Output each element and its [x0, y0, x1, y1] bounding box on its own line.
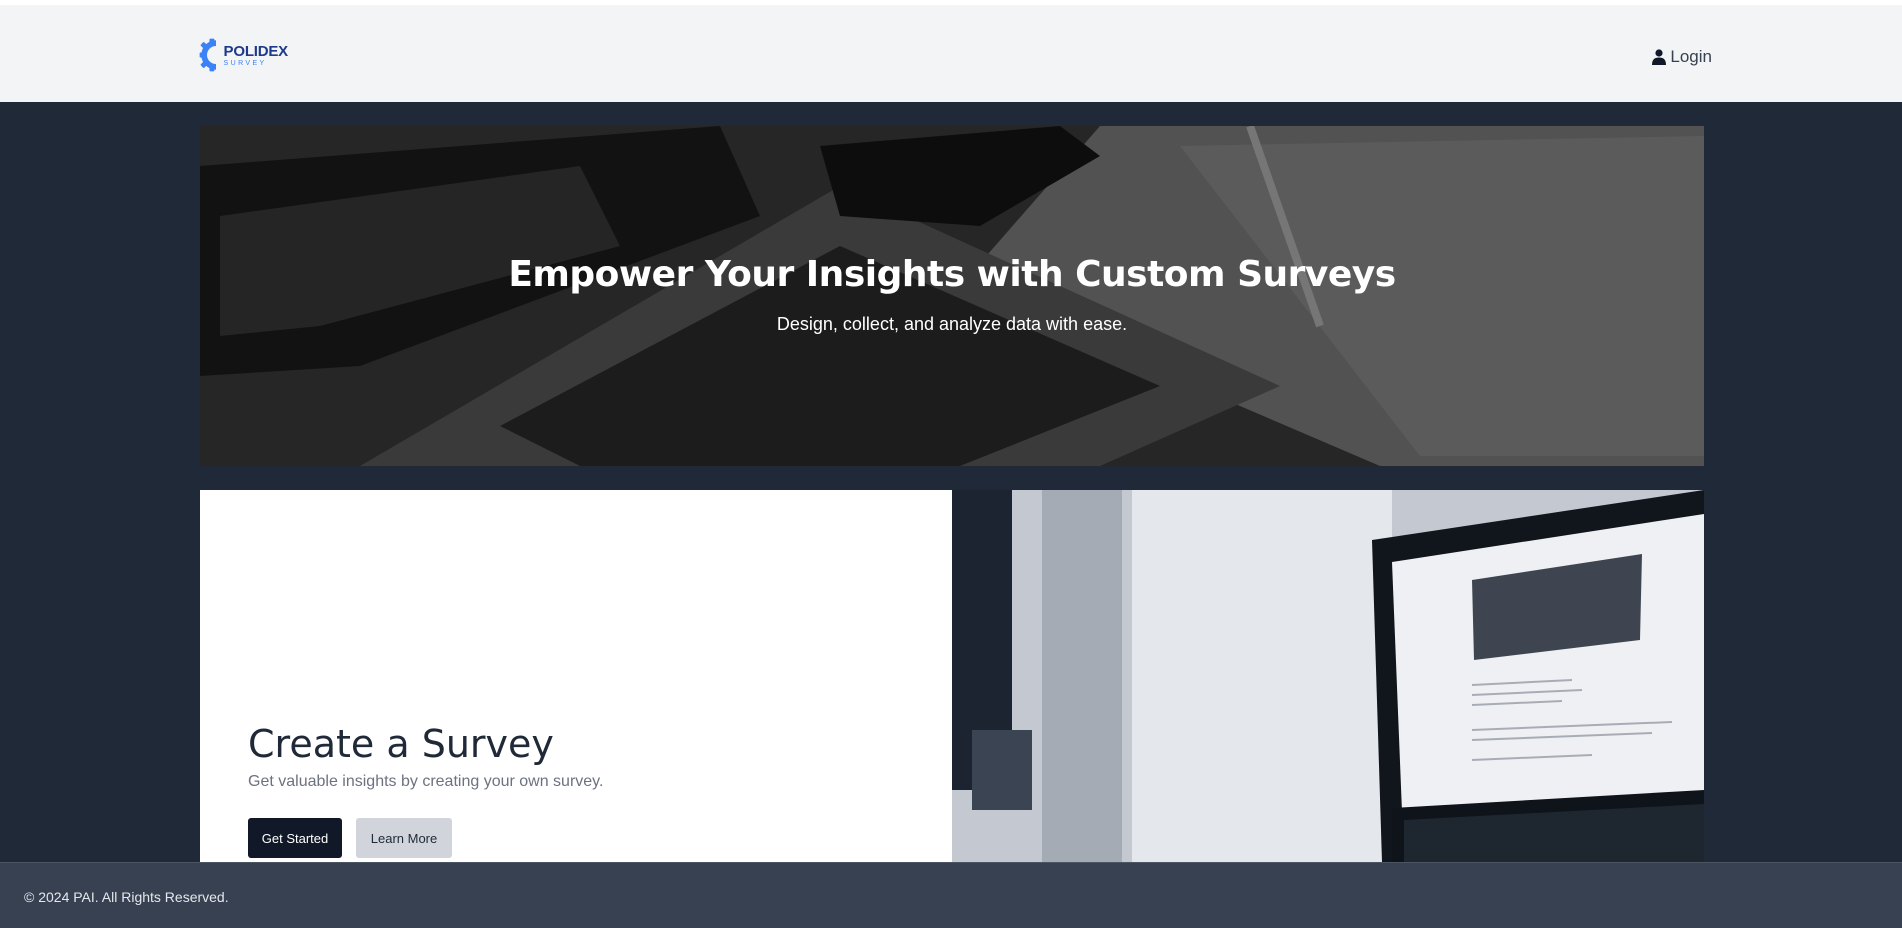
- logo[interactable]: POLIDEX SURVEY: [198, 32, 288, 78]
- create-survey-panel: Create a Survey Get valuable insights by…: [200, 490, 952, 862]
- logo-subtitle: SURVEY: [223, 59, 267, 67]
- learn-more-button[interactable]: Learn More: [356, 818, 452, 858]
- hero-title: Empower Your Insights with Custom Survey…: [508, 254, 1396, 295]
- workspace-image: [952, 490, 1704, 862]
- hero-banner: Empower Your Insights with Custom Survey…: [200, 126, 1704, 466]
- copyright-text: © 2024 PAI. All Rights Reserved.: [24, 889, 229, 905]
- login-link[interactable]: Login: [1652, 47, 1712, 67]
- hero-overlay: [200, 126, 1704, 466]
- logo-wordmark: POLIDEX SURVEY: [223, 42, 289, 67]
- create-survey-section: Create a Survey Get valuable insights by…: [200, 490, 1704, 862]
- user-icon: [1652, 49, 1667, 65]
- gear-icon: [199, 38, 217, 72]
- get-started-button[interactable]: Get Started: [248, 818, 342, 858]
- create-survey-title: Create a Survey: [248, 722, 554, 766]
- site-footer: © 2024 PAI. All Rights Reserved.: [0, 862, 1902, 928]
- site-header: POLIDEX SURVEY Login: [0, 0, 1902, 102]
- create-survey-description: Get valuable insights by creating your o…: [248, 773, 604, 790]
- logo-brand: POLIDEX: [223, 42, 289, 60]
- login-label: Login: [1670, 47, 1712, 66]
- hero-subtitle: Design, collect, and analyze data with e…: [776, 314, 1128, 334]
